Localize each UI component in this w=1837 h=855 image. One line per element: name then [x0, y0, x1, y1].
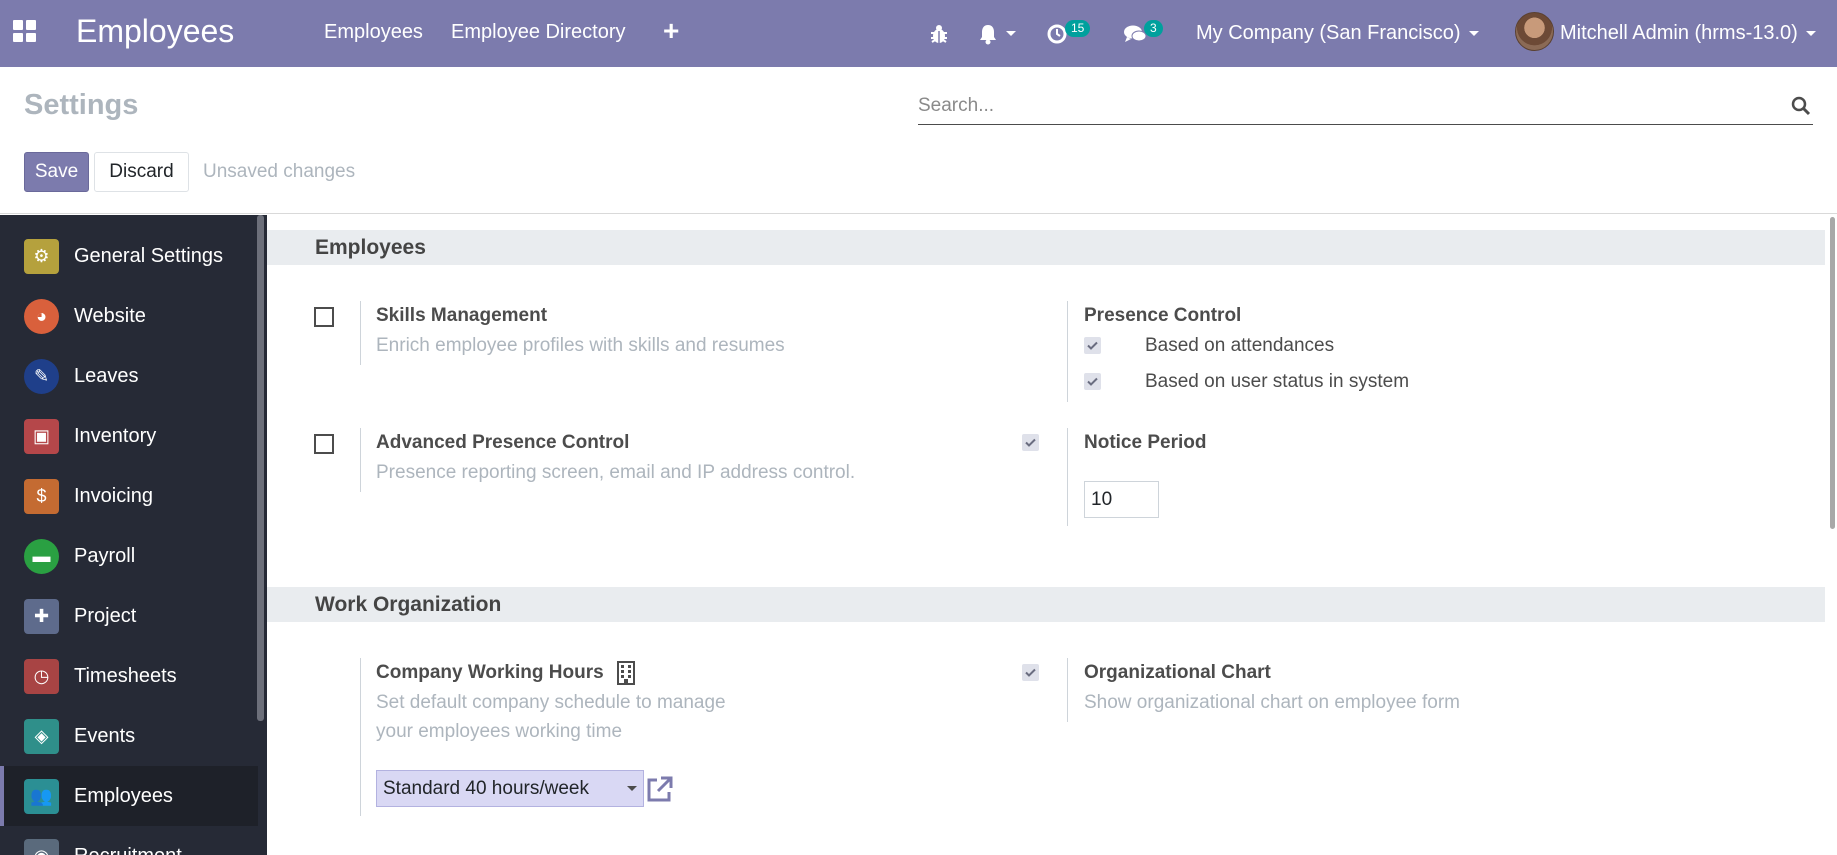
- search-input[interactable]: [918, 89, 1778, 123]
- top-navbar: Employees Employees Employee Directory +…: [0, 0, 1837, 67]
- chevron-down-icon: [627, 786, 637, 791]
- divider: [1067, 301, 1068, 402]
- sidebar-item-label: General Settings: [74, 244, 223, 267]
- sidebar-item-inventory[interactable]: ▣ Inventory: [0, 406, 258, 466]
- sidebar-item-recruitment[interactable]: ◉ Recruitment: [0, 826, 258, 855]
- attendances-checkbox[interactable]: [1084, 337, 1101, 354]
- sidebar-item-project[interactable]: ✚ Project: [0, 586, 258, 646]
- message-count-badge: 3: [1144, 20, 1163, 37]
- sidebar-item-invoicing[interactable]: $ Invoicing: [0, 466, 258, 526]
- sidebar-item-label: Recruitment: [74, 845, 182, 855]
- working-hours-value: Standard 40 hours/week: [383, 778, 589, 799]
- sidebar-item-payroll[interactable]: ▬ Payroll: [0, 526, 258, 586]
- skills-management-title: Skills Management: [376, 305, 548, 326]
- activity-clock-icon[interactable]: [1046, 0, 1068, 67]
- sidebar-item-label: Project: [74, 604, 137, 627]
- building-icon: [617, 661, 635, 685]
- advanced-presence-checkbox[interactable]: [314, 434, 334, 454]
- working-hours-description: Set default company schedule to manage: [376, 692, 726, 713]
- ticket-icon: ◈: [24, 718, 59, 754]
- globe-icon: ◕: [24, 298, 59, 334]
- divider: [360, 658, 361, 816]
- divider: [1067, 428, 1068, 526]
- menu-employee-directory[interactable]: Employee Directory: [451, 21, 626, 44]
- sidebar-item-label: Leaves: [74, 364, 139, 387]
- notice-period-checkbox[interactable]: [1022, 434, 1039, 451]
- sidebar-scrollbar[interactable]: [257, 215, 264, 721]
- external-link-icon[interactable]: [645, 775, 675, 803]
- org-chart-description: Show organizational chart on employee fo…: [1084, 692, 1460, 713]
- working-hours-description: your employees working time: [376, 721, 623, 742]
- user-status-checkbox[interactable]: [1084, 373, 1101, 390]
- sidebar-item-label: Timesheets: [74, 664, 177, 687]
- sidebar-item-website[interactable]: ◕ Website: [0, 286, 258, 346]
- sidebar-item-timesheets[interactable]: ◷ Timesheets: [0, 646, 258, 706]
- sidebar-item-label: Events: [74, 724, 136, 747]
- working-hours-select[interactable]: Standard 40 hours/week: [376, 770, 644, 807]
- chevron-down-icon: [1468, 31, 1479, 36]
- unsaved-changes-label: Unsaved changes: [203, 161, 356, 182]
- working-hours-title: Company Working Hours: [376, 662, 604, 683]
- notice-period-input[interactable]: [1084, 481, 1159, 518]
- settings-main: Employees Skills Management Enrich emplo…: [267, 215, 1837, 855]
- sidebar-item-label: Payroll: [74, 544, 136, 567]
- user-avatar[interactable]: [1515, 12, 1554, 51]
- users-icon: 👥: [24, 778, 59, 814]
- page-title: Settings: [24, 89, 139, 121]
- main-scrollbar[interactable]: [1830, 217, 1835, 529]
- chevron-down-icon: [1006, 31, 1016, 36]
- sidebar-item-employees[interactable]: 👥 Employees: [0, 766, 258, 826]
- invoice-icon: $: [24, 478, 59, 514]
- edit-icon: ✎: [24, 358, 59, 394]
- user-status-option-label[interactable]: Based on user status in system: [1145, 371, 1409, 393]
- sidebar-item-general-settings[interactable]: ⚙ General Settings: [0, 226, 258, 286]
- save-button[interactable]: Save: [24, 152, 89, 192]
- sidebar-item-label: Website: [74, 304, 146, 327]
- sidebar-item-leaves[interactable]: ✎ Leaves: [0, 346, 258, 406]
- quick-create-plus-icon[interactable]: +: [663, 15, 679, 47]
- advanced-presence-description: Presence reporting screen, email and IP …: [376, 462, 856, 483]
- gear-icon: ⚙: [24, 238, 59, 274]
- divider: [360, 428, 361, 492]
- notice-period-title: Notice Period: [1084, 432, 1207, 453]
- presence-control-title: Presence Control: [1084, 305, 1242, 326]
- chevron-down-icon: [1805, 31, 1816, 36]
- company-name: My Company (San Francisco): [1196, 22, 1461, 44]
- discard-button[interactable]: Discard: [94, 152, 189, 192]
- puzzle-icon: ✚: [24, 598, 59, 634]
- sidebar-item-events[interactable]: ◈ Events: [0, 706, 258, 766]
- notifications-bell-icon[interactable]: [978, 0, 1016, 67]
- app-title[interactable]: Employees: [76, 13, 234, 50]
- sidebar-item-label: Employees: [74, 784, 173, 807]
- sidebar-item-label: Invoicing: [74, 484, 153, 507]
- section-header-employees: Employees: [267, 230, 1825, 265]
- menu-employees[interactable]: Employees: [324, 21, 423, 44]
- divider: [1067, 658, 1068, 722]
- sidebar-item-label: Inventory: [74, 424, 157, 447]
- skills-management-description: Enrich employee profiles with skills and…: [376, 335, 785, 356]
- org-chart-title: Organizational Chart: [1084, 662, 1271, 683]
- user-menu[interactable]: Mitchell Admin (hrms-13.0): [1560, 0, 1816, 67]
- money-icon: ▬: [24, 538, 59, 574]
- messages-chat-icon[interactable]: [1123, 0, 1147, 67]
- search-icon[interactable]: [1791, 96, 1811, 116]
- user-name: Mitchell Admin (hrms-13.0): [1560, 22, 1798, 44]
- stopwatch-icon: ◷: [24, 658, 59, 694]
- activity-count-badge: 15: [1065, 20, 1091, 37]
- search-box: [918, 89, 1813, 125]
- company-switcher[interactable]: My Company (San Francisco): [1196, 0, 1479, 67]
- skills-management-checkbox[interactable]: [314, 307, 334, 327]
- section-header-work-organization: Work Organization: [267, 587, 1825, 622]
- apps-menu-icon[interactable]: [13, 20, 37, 42]
- divider: [360, 301, 361, 365]
- control-panel: Settings Save Discard Unsaved changes: [0, 67, 1837, 214]
- recruit-icon: ◉: [24, 838, 59, 855]
- box-icon: ▣: [24, 418, 59, 454]
- org-chart-checkbox[interactable]: [1022, 664, 1039, 681]
- attendances-option-label[interactable]: Based on attendances: [1145, 335, 1334, 357]
- debug-bug-icon[interactable]: [928, 0, 950, 67]
- advanced-presence-title: Advanced Presence Control: [376, 432, 630, 453]
- settings-sidebar: ⚙ General Settings ◕ Website ✎ Leaves ▣ …: [0, 215, 267, 855]
